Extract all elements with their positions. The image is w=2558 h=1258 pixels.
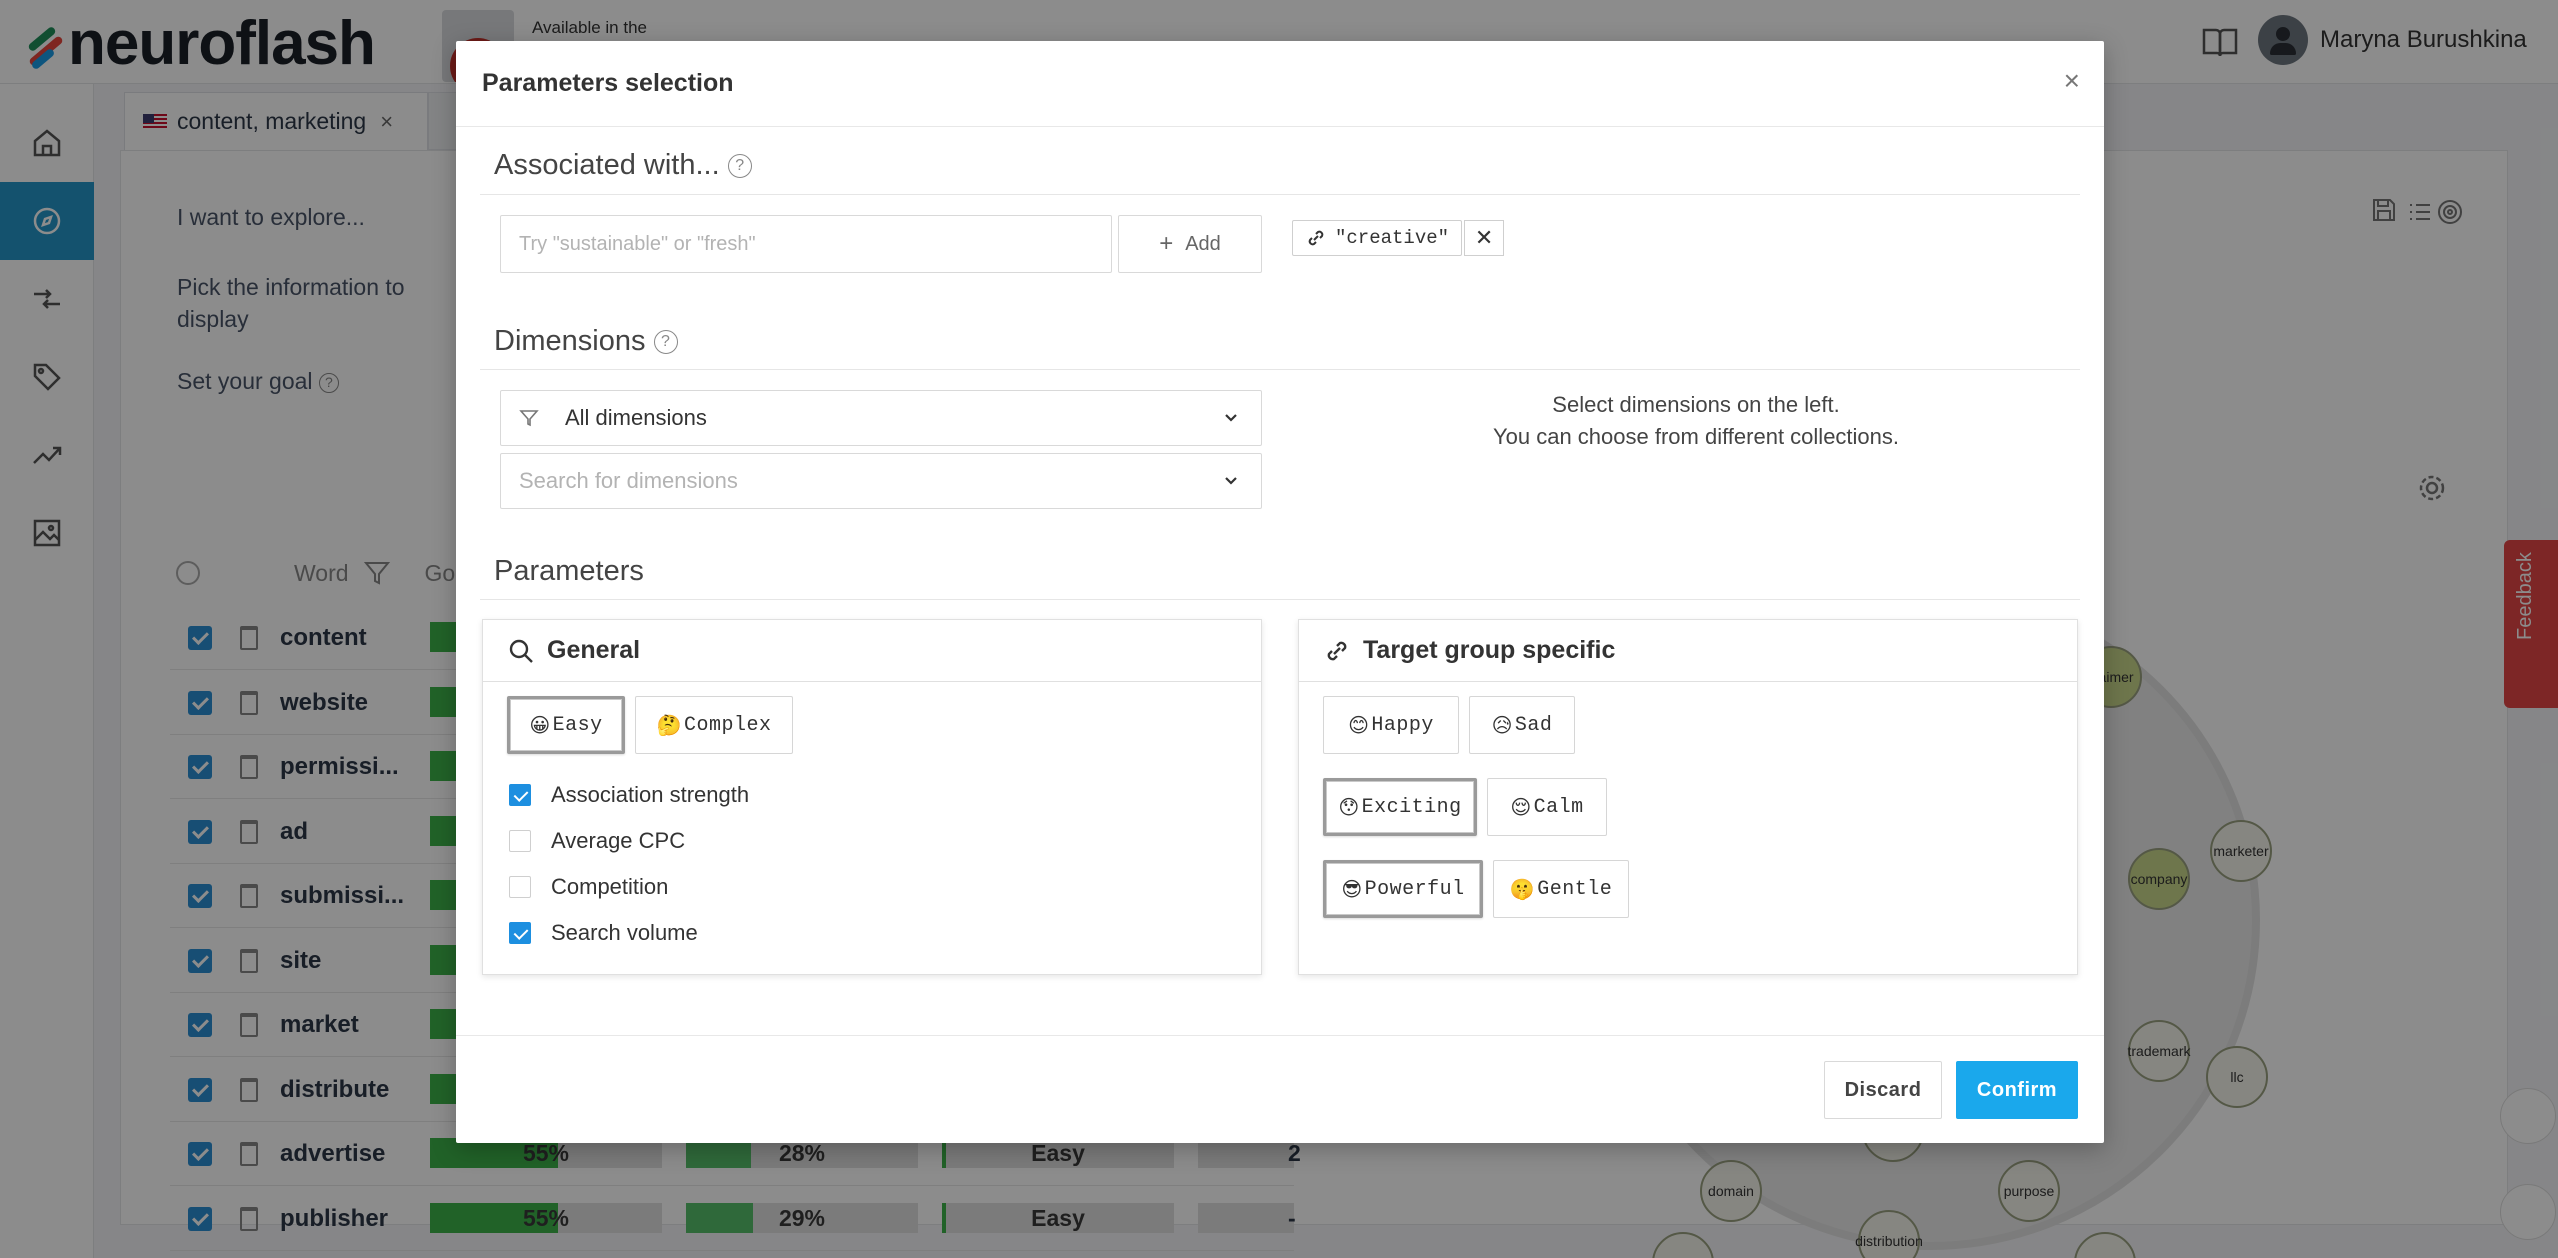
thinking-face-icon: 🤔 bbox=[656, 713, 682, 737]
divider bbox=[480, 194, 2080, 195]
add-label: Add bbox=[1185, 232, 1221, 255]
plus-icon: + bbox=[1159, 230, 1174, 257]
association-tag: "creative" ✕ bbox=[1292, 220, 1505, 256]
pill-powerful[interactable]: 😎 Powerful bbox=[1323, 860, 1483, 918]
general-card: General 😀 Easy 🤔 Complex Association stren… bbox=[482, 619, 1262, 975]
sunglasses-face-icon: 😎 bbox=[1341, 877, 1363, 901]
pill-sad[interactable]: 😥 Sad bbox=[1469, 696, 1575, 754]
pill-gentle[interactable]: 🤫 Gentle bbox=[1493, 860, 1629, 918]
modal-header: Parameters selection × bbox=[456, 41, 2104, 127]
link-icon bbox=[1308, 230, 1324, 246]
smiling-face-icon: 😊 bbox=[1348, 713, 1370, 737]
dimension-search-placeholder: Search for dimensions bbox=[519, 468, 738, 493]
hint-line-2: You can choose from different collection… bbox=[1492, 424, 1900, 449]
filter-icon bbox=[519, 410, 539, 427]
general-title: General bbox=[547, 636, 641, 664]
confirm-button[interactable]: Confirm bbox=[1956, 1061, 2078, 1119]
general-card-header: General bbox=[483, 620, 1261, 682]
check-average-cpc[interactable]: Average CPC bbox=[509, 828, 685, 854]
target-group-card: Target group specific 😊 Happy 😥 Sad 😯 Excit… bbox=[1298, 619, 2078, 975]
close-icon[interactable]: × bbox=[2064, 65, 2080, 97]
modal-title: Parameters selection bbox=[482, 69, 734, 97]
chevron-down-icon bbox=[1225, 477, 1237, 485]
check-association-strength[interactable]: Association strength bbox=[509, 782, 749, 808]
checkbox[interactable] bbox=[509, 922, 531, 944]
dimension-search-select[interactable]: Search for dimensions bbox=[500, 453, 1262, 509]
link-icon bbox=[1327, 641, 1347, 660]
tag-label: "creative" bbox=[1335, 227, 1450, 249]
surprised-face-icon: 😯 bbox=[1338, 795, 1360, 819]
dimension-collection-select[interactable]: All dimensions bbox=[500, 390, 1262, 446]
grinning-face-icon: 😀 bbox=[529, 713, 551, 737]
divider bbox=[480, 599, 2080, 600]
check-competition[interactable]: Competition bbox=[509, 874, 668, 900]
associated-help-icon[interactable]: ? bbox=[727, 154, 752, 179]
search-icon bbox=[509, 639, 533, 663]
divider bbox=[480, 369, 2080, 370]
add-button[interactable]: + Add bbox=[1118, 215, 1262, 273]
hint-line-1: Select dimensions on the left. bbox=[1552, 392, 1840, 417]
pill-exciting[interactable]: 😯 Exciting bbox=[1323, 778, 1477, 836]
dimensions-hint: Select dimensions on the left. You can c… bbox=[1316, 389, 2076, 453]
pill-happy[interactable]: 😊 Happy bbox=[1323, 696, 1459, 754]
parameters-modal: Parameters selection × Associated with..… bbox=[456, 41, 2104, 1143]
sad-face-icon: 😥 bbox=[1491, 713, 1513, 737]
modal-footer-divider bbox=[456, 1035, 2104, 1036]
checkbox[interactable] bbox=[509, 876, 531, 898]
pill-calm[interactable]: 😌 Calm bbox=[1487, 778, 1607, 836]
checkbox[interactable] bbox=[509, 830, 531, 852]
parameters-section-title: Parameters bbox=[494, 555, 644, 587]
remove-tag-icon[interactable]: ✕ bbox=[1464, 220, 1505, 256]
check-search-volume[interactable]: Search volume bbox=[509, 920, 698, 946]
tag-body[interactable]: "creative" bbox=[1292, 220, 1463, 256]
target-title: Target group specific bbox=[1363, 636, 1616, 664]
dimension-select-value: All dimensions bbox=[565, 405, 707, 430]
associated-section-title: Associated with...? bbox=[494, 149, 752, 182]
target-card-header: Target group specific bbox=[1299, 620, 2077, 682]
associated-input[interactable] bbox=[500, 215, 1112, 273]
pill-easy[interactable]: 😀 Easy bbox=[507, 696, 625, 754]
discard-button[interactable]: Discard bbox=[1824, 1061, 1942, 1119]
checkbox[interactable] bbox=[509, 784, 531, 806]
relieved-face-icon: 😌 bbox=[1510, 795, 1532, 819]
chevron-down-icon bbox=[1225, 414, 1237, 422]
dimensions-help-icon[interactable]: ? bbox=[653, 330, 678, 355]
pill-complex[interactable]: 🤔 Complex bbox=[635, 696, 793, 754]
shushing-face-icon: 🤫 bbox=[1509, 877, 1536, 901]
dimensions-section-title: Dimensions? bbox=[494, 325, 678, 358]
